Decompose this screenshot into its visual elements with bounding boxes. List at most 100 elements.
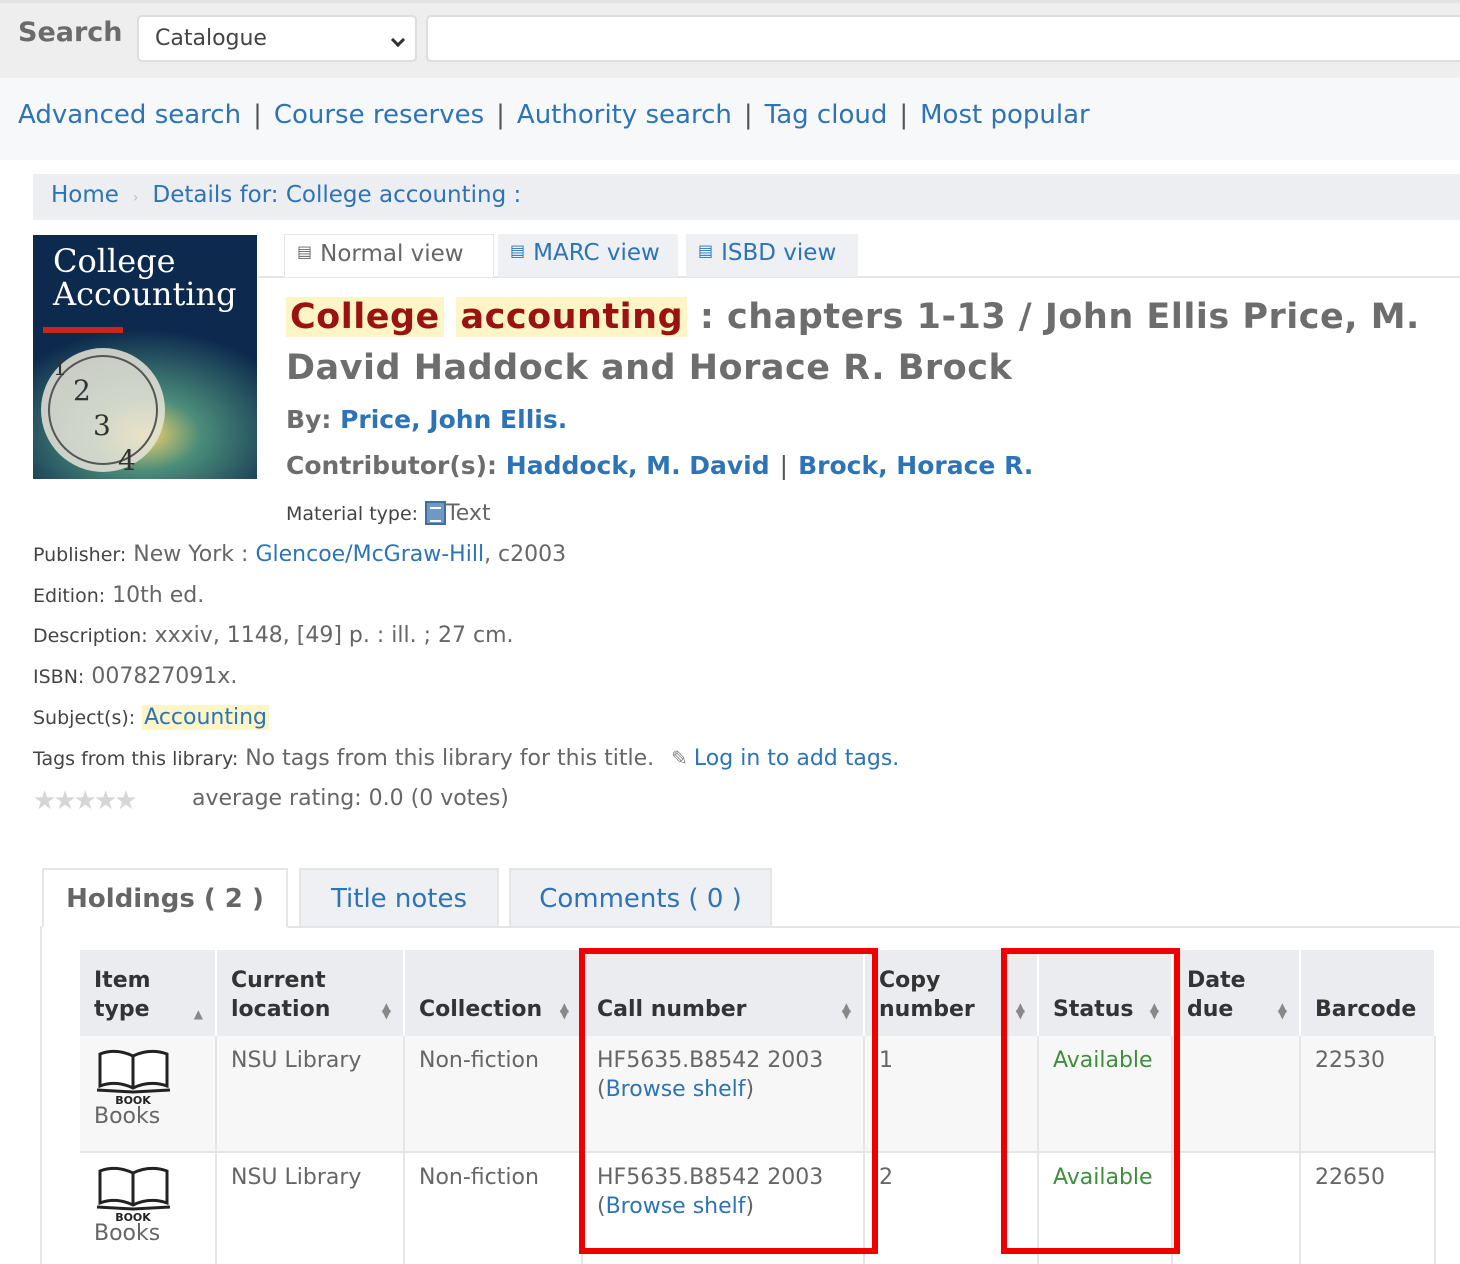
header-copy-line1: Copy	[879, 968, 941, 993]
edition: Edition: 10th ed.	[33, 583, 204, 608]
nav-separator: |	[899, 100, 909, 130]
contributor-link-haddock[interactable]: Haddock, M. David	[506, 451, 770, 480]
svg-text:2: 2	[73, 374, 91, 407]
nav-separator: |	[496, 100, 505, 130]
item-type-label: Books	[94, 1221, 161, 1246]
cell-barcode: 22650	[1300, 1152, 1436, 1264]
material-type-label: Material type:	[286, 503, 419, 525]
header-collection[interactable]: Collection ▲ ▼	[404, 950, 583, 1036]
call-number-highlight-box	[579, 948, 878, 1254]
tab-normal-view[interactable]: ▤ Normal view	[284, 234, 494, 277]
tab-isbd-view[interactable]: ▤ ISBD view	[686, 234, 858, 277]
breadcrumb-current[interactable]: Details for: College accounting :	[153, 182, 522, 208]
holdings-tabs: Holdings ( 2 ) Title notes Comments ( 0 …	[40, 866, 1460, 928]
tab-marc-view-label: MARC view	[533, 240, 660, 266]
description-label: Description:	[33, 625, 148, 647]
nav-course-reserves[interactable]: Course reserves	[274, 100, 484, 130]
login-add-tags-link[interactable]: Log in to add tags.	[694, 746, 899, 771]
svg-text:1: 1	[53, 356, 67, 381]
star-icon[interactable]: ★	[53, 786, 76, 816]
header-barcode[interactable]: Barcode	[1300, 950, 1436, 1036]
tab-isbd-view-label: ISBD view	[721, 240, 837, 266]
header-date-due[interactable]: Date due ▲ ▼	[1172, 950, 1301, 1036]
record-title: College accounting : chapters 1-13 / Joh…	[286, 292, 1436, 394]
svg-text:3: 3	[93, 409, 111, 442]
document-icon: ▤	[297, 242, 313, 261]
sort-icon: ▲ ▼	[1277, 1000, 1287, 1021]
breadcrumb-home[interactable]: Home	[51, 182, 119, 208]
nav-separator: |	[253, 100, 262, 130]
tab-title-notes[interactable]: Title notes	[299, 868, 499, 928]
nav-authority-search[interactable]: Authority search	[517, 100, 732, 130]
tab-comments[interactable]: Comments ( 0 )	[509, 868, 772, 928]
search-scope-value: Catalogue	[155, 26, 267, 51]
contributor-link-brock[interactable]: Brock, Horace R.	[798, 451, 1033, 480]
tab-normal-view-label: Normal view	[320, 241, 464, 267]
publisher-label: Publisher:	[33, 544, 127, 566]
isbn-value: 007827091x.	[91, 664, 238, 689]
subjects-label: Subject(s):	[33, 707, 136, 729]
edition-label: Edition:	[33, 585, 106, 607]
cell-item-type: BOOK Books	[80, 1152, 217, 1264]
cell-collection: Non-fiction	[404, 1036, 583, 1153]
star-icon[interactable]: ★	[33, 786, 56, 816]
nav-advanced-search[interactable]: Advanced search	[18, 100, 241, 130]
isbn-label: ISBN:	[33, 666, 85, 688]
author-link[interactable]: Price, John Ellis.	[340, 405, 567, 434]
author-label: By:	[286, 405, 332, 434]
search-input[interactable]	[426, 15, 1460, 62]
star-icon[interactable]: ★	[114, 786, 137, 816]
header-collection-label: Collection	[419, 997, 543, 1022]
title-highlight-accounting: accounting	[456, 297, 688, 337]
book-cover-image[interactable]: 2 3 4 1 College Accounting	[33, 235, 257, 479]
header-current-location[interactable]: Current location ▲ ▼	[216, 950, 405, 1036]
header-barcode-label: Barcode	[1315, 997, 1417, 1022]
header-copy-line2: number	[879, 997, 975, 1022]
book-icon: BOOK	[96, 1049, 171, 1106]
header-item-type-line1: Item	[94, 968, 151, 993]
sort-asc-icon: ▲	[193, 1007, 203, 1021]
tags-label: Tags from this library:	[33, 748, 239, 770]
search-bar: Search Catalogue	[0, 0, 1460, 78]
nav-separator: |	[743, 100, 753, 130]
tags-value: No tags from this library for this title…	[245, 746, 655, 771]
contributors-label: Contributor(s):	[286, 451, 498, 480]
nav-tag-cloud[interactable]: Tag cloud	[765, 100, 888, 130]
search-scope-select[interactable]: Catalogue	[137, 15, 417, 62]
subject-link-accounting[interactable]: Accounting	[142, 705, 270, 730]
star-icon[interactable]: ★	[74, 786, 97, 816]
sort-icon: ▲ ▼	[381, 1000, 391, 1021]
cover-title-line2: Accounting	[52, 275, 237, 313]
book-icon: BOOK	[96, 1166, 171, 1223]
contributors-line: Contributor(s): Haddock, M. David | Brock,…	[286, 451, 1033, 480]
svg-text:4: 4	[118, 444, 136, 477]
description-value: xxxiv, 1148, [49] p. : ill. ; 27 cm.	[154, 623, 514, 648]
tag-pencil-icon: ✎	[671, 746, 688, 770]
star-rating[interactable]: ★★★★★	[33, 786, 138, 816]
publisher-link[interactable]: Glencoe/McGraw-Hill	[255, 542, 484, 567]
header-item-type[interactable]: Item type ▲	[80, 950, 217, 1036]
header-due-line2: due	[1187, 997, 1234, 1022]
cell-location: NSU Library	[216, 1152, 405, 1264]
document-icon: ▤	[510, 241, 526, 260]
author-line: By: Price, John Ellis.	[286, 405, 567, 434]
header-location-line2: location	[231, 997, 331, 1022]
star-icon[interactable]: ★	[94, 786, 117, 816]
edition-value: 10th ed.	[112, 583, 205, 608]
search-label: Search	[18, 17, 123, 48]
tags: Tags from this library: No tags from thi…	[33, 746, 899, 771]
publisher: Publisher: New York : Glencoe/McGraw-Hil…	[33, 542, 566, 567]
contributor-separator: |	[779, 451, 789, 480]
item-type-label: Books	[94, 1104, 161, 1129]
cell-location: NSU Library	[216, 1036, 405, 1153]
cell-barcode: 22530	[1300, 1036, 1436, 1153]
text-material-icon	[425, 501, 447, 525]
navbar: Advanced search | Course reserves | Authorit…	[0, 78, 1460, 160]
nav-most-popular[interactable]: Most popular	[920, 100, 1090, 130]
breadcrumb: Home › Details for: College accounting :	[33, 174, 1460, 220]
header-item-type-line2: type	[94, 997, 150, 1022]
cell-item-type: BOOK Books	[80, 1036, 217, 1153]
tab-holdings[interactable]: Holdings ( 2 )	[42, 868, 288, 928]
list-icon: ▤	[698, 241, 714, 260]
tab-marc-view[interactable]: ▤ MARC view	[498, 234, 678, 277]
